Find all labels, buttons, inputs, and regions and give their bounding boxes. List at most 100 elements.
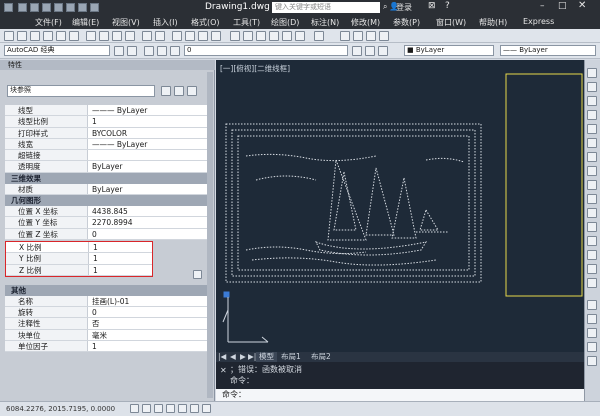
- menu-parametric[interactable]: 参数(P): [393, 17, 420, 28]
- help-tool-icon[interactable]: [314, 31, 324, 41]
- select-objects-icon[interactable]: [174, 86, 184, 96]
- exchange-icon[interactable]: ⊠: [428, 1, 436, 11]
- publish-icon[interactable]: [69, 31, 79, 41]
- grid-display-icon[interactable]: [142, 404, 151, 413]
- print-icon[interactable]: [66, 3, 75, 12]
- prop-row[interactable]: 打印样式 BYCOLOR: [5, 127, 207, 139]
- section-3d-effects[interactable]: 三维效果: [5, 172, 207, 184]
- preview-icon[interactable]: [56, 31, 66, 41]
- text-style-icon[interactable]: [340, 31, 350, 41]
- search-icon[interactable]: ⌕: [383, 2, 387, 12]
- tab-layout1[interactable]: 布局1: [278, 352, 304, 362]
- hatch-icon[interactable]: [587, 328, 597, 338]
- menu-format[interactable]: 格式(O): [191, 17, 220, 28]
- layer-state-icon[interactable]: [378, 46, 388, 56]
- sun-icon[interactable]: [157, 46, 167, 56]
- mirror-icon[interactable]: [587, 96, 597, 106]
- prop-row[interactable]: 位置 Y 坐标 2270.8994: [5, 217, 207, 229]
- menu-edit[interactable]: 编辑(E): [72, 17, 99, 28]
- toggle-pickadd-icon[interactable]: [161, 86, 171, 96]
- saveas-icon[interactable]: [54, 3, 63, 12]
- paste-icon[interactable]: [112, 31, 122, 41]
- prop-row[interactable]: 超链接: [5, 150, 207, 162]
- snap-mode-icon[interactable]: [130, 404, 139, 413]
- table-style-icon[interactable]: [366, 31, 376, 41]
- lightbulb-icon[interactable]: [144, 46, 154, 56]
- tool-palettes-icon[interactable]: [256, 31, 266, 41]
- workspace-settings-icon[interactable]: [114, 46, 124, 56]
- object-tracking-icon[interactable]: [190, 404, 199, 413]
- properties-icon[interactable]: [230, 31, 240, 41]
- ortho-mode-icon[interactable]: [154, 404, 163, 413]
- prop-row[interactable]: 位置 Z 坐标 0: [5, 228, 207, 240]
- offset-icon[interactable]: [587, 110, 597, 120]
- tab-layout2[interactable]: 布局2: [308, 352, 334, 362]
- quickcalc-icon[interactable]: [295, 31, 305, 41]
- insert-block-icon[interactable]: [587, 356, 597, 366]
- chamfer-icon[interactable]: [587, 250, 597, 260]
- menu-modify[interactable]: 修改(M): [351, 17, 380, 28]
- tab-model[interactable]: 模型: [256, 352, 277, 362]
- menu-window[interactable]: 窗口(W): [436, 17, 466, 28]
- prop-row[interactable]: 材质 ByLayer: [5, 183, 207, 196]
- prop-row[interactable]: 旋转 0: [5, 307, 207, 319]
- close-icon[interactable]: ✕: [578, 0, 586, 11]
- layer-manager-icon[interactable]: [127, 46, 137, 56]
- new-file-icon[interactable]: [4, 31, 14, 41]
- match-properties-icon[interactable]: [125, 31, 135, 41]
- menu-view[interactable]: 视图(V): [112, 17, 140, 28]
- array-icon[interactable]: [587, 124, 597, 134]
- new-icon[interactable]: [18, 3, 27, 12]
- explode-icon[interactable]: [587, 278, 597, 288]
- tab-nav-prev-icon[interactable]: ◀: [230, 352, 236, 361]
- maximize-icon[interactable]: □: [558, 1, 567, 11]
- cut-icon[interactable]: [86, 31, 96, 41]
- command-input[interactable]: 命令：: [216, 389, 584, 401]
- rotate-icon[interactable]: [587, 152, 597, 162]
- quick-select-icon[interactable]: [187, 86, 197, 96]
- fillet-icon[interactable]: [587, 264, 597, 274]
- prop-row[interactable]: 注释性否: [5, 318, 207, 330]
- move-icon[interactable]: [587, 138, 597, 148]
- prop-row-y-scale[interactable]: Y 比例 1: [6, 253, 152, 265]
- save-icon[interactable]: [42, 3, 51, 12]
- color-dropdown[interactable]: ■ ByLayer: [404, 45, 494, 56]
- lineweight-icon[interactable]: [202, 404, 211, 413]
- zoom-realtime-icon[interactable]: [185, 31, 195, 41]
- prop-row[interactable]: 透明度 ByLayer: [5, 161, 207, 173]
- stretch-icon[interactable]: [587, 180, 597, 190]
- copy-icon[interactable]: [99, 31, 109, 41]
- drawing-canvas[interactable]: [一][俯视][二维线框]: [216, 60, 584, 362]
- prop-row[interactable]: 位置 X 坐标 4438.845: [5, 206, 207, 218]
- login-button[interactable]: 登录: [396, 2, 412, 13]
- prop-row[interactable]: 名称 挂画(L)-01: [5, 295, 207, 308]
- make-current-icon[interactable]: [352, 46, 362, 56]
- tab-nav-first-icon[interactable]: |◀: [218, 352, 226, 361]
- undo-tool-icon[interactable]: [142, 31, 152, 41]
- section-misc[interactable]: 其他: [5, 284, 207, 296]
- zoom-window-icon[interactable]: [198, 31, 208, 41]
- help-icon[interactable]: ?: [445, 1, 450, 11]
- workspace-dropdown[interactable]: AutoCAD 经典: [4, 45, 110, 56]
- redo-icon[interactable]: [90, 3, 99, 12]
- zoom-previous-icon[interactable]: [211, 31, 221, 41]
- lock-icon[interactable]: [170, 46, 180, 56]
- save-file-icon[interactable]: [30, 31, 40, 41]
- pan-icon[interactable]: [172, 31, 182, 41]
- sheet-set-icon[interactable]: [269, 31, 279, 41]
- cmd-close-icon[interactable]: ✕: [220, 366, 227, 375]
- open-icon[interactable]: [30, 3, 39, 12]
- linetype-dropdown[interactable]: —— ByLayer: [500, 45, 596, 56]
- menu-dimension[interactable]: 标注(N): [311, 17, 339, 28]
- mleader-style-icon[interactable]: [379, 31, 389, 41]
- prop-row[interactable]: 线型比例 1: [5, 116, 207, 128]
- table-icon[interactable]: [587, 342, 597, 352]
- calculator-icon[interactable]: [193, 270, 202, 279]
- prop-row[interactable]: 线宽 ——— ByLayer: [5, 138, 207, 151]
- break-icon[interactable]: [587, 222, 597, 232]
- prop-row[interactable]: 块单位 毫米: [5, 329, 207, 342]
- text-icon[interactable]: [587, 314, 597, 324]
- polar-tracking-icon[interactable]: [166, 404, 175, 413]
- dim-style-icon[interactable]: [353, 31, 363, 41]
- prop-row-z-scale[interactable]: Z 比例 1: [6, 264, 152, 276]
